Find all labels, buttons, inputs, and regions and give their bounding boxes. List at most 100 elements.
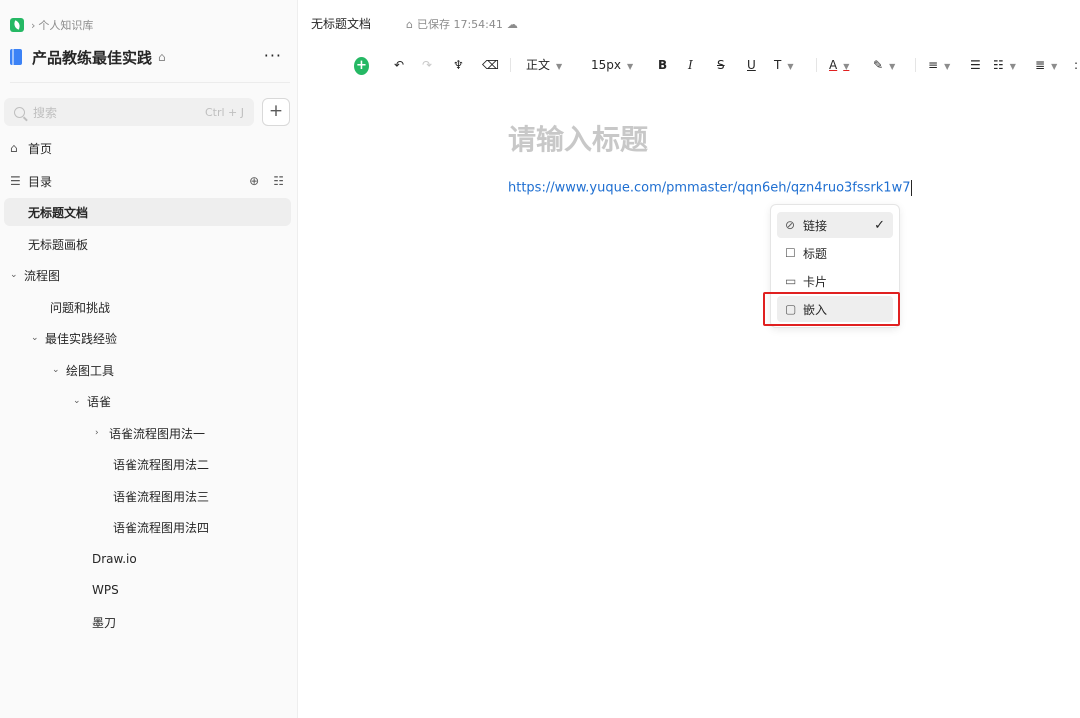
tree-item[interactable]: ⌄ 语雀 bbox=[4, 387, 291, 415]
font-color-dropdown[interactable]: A ▼ bbox=[829, 56, 849, 74]
tree-item[interactable]: ⌄ 流程图 bbox=[4, 261, 291, 289]
font-color-label: A bbox=[829, 58, 838, 72]
search-placeholder: 搜索 bbox=[33, 105, 58, 120]
breadcrumb-label[interactable]: 个人知识库 bbox=[38, 17, 93, 33]
caret-down-icon: ▼ bbox=[889, 62, 896, 71]
tree-item-label: Draw.io bbox=[92, 552, 137, 566]
caret-down-icon: ▼ bbox=[627, 62, 634, 71]
cloud-icon: ☁ bbox=[506, 17, 518, 31]
lock-icon: ⌂ bbox=[406, 17, 413, 31]
save-status: ⌂ 已保存 17:54:41 ☁ bbox=[406, 16, 518, 32]
tree-item[interactable]: 无标题画板 bbox=[4, 230, 291, 258]
link-option-link[interactable]: ⊘ 链接 ✓ bbox=[777, 212, 893, 238]
chevron-down-icon[interactable]: ⌄ bbox=[52, 365, 66, 375]
tree-item-label: 无标题画板 bbox=[28, 237, 89, 252]
nav-toc-label: 目录 bbox=[28, 174, 53, 189]
book-header[interactable]: 产品教练最佳实践 ⌂ ··· bbox=[10, 44, 290, 70]
nav-toc[interactable]: ☰ 目录 ⊕ ☷ bbox=[10, 168, 290, 194]
tree-item[interactable]: ⌄ 最佳实践经验 bbox=[4, 324, 291, 352]
home-icon: ⌂ bbox=[10, 141, 18, 155]
redo-icon[interactable]: ↷ bbox=[422, 56, 432, 74]
tree-item-label: 语雀流程图用法三 bbox=[113, 489, 210, 504]
undo-icon[interactable]: ↶ bbox=[394, 56, 404, 74]
caret-down-icon: ▼ bbox=[1009, 62, 1016, 71]
tree-item[interactable]: 语雀流程图用法四 bbox=[4, 513, 291, 541]
chevron-down-icon[interactable]: ⌄ bbox=[73, 396, 87, 406]
list-toggle-icon[interactable]: ☷ bbox=[273, 174, 284, 188]
font-size-dropdown[interactable]: 15px ▼ bbox=[591, 56, 633, 74]
more-icon[interactable]: ··· bbox=[264, 46, 282, 65]
indent-dropdown[interactable]: ≣ ▼ bbox=[1035, 56, 1057, 74]
doc-tab[interactable]: 无标题文档 bbox=[311, 15, 371, 32]
font-size-label: 15px bbox=[591, 58, 621, 72]
tree-item-label: 绘图工具 bbox=[66, 363, 115, 378]
toolbar-divider bbox=[816, 58, 817, 72]
underline-button[interactable]: U bbox=[747, 56, 756, 74]
search-input[interactable]: 搜索 Ctrl + J bbox=[4, 98, 254, 126]
option-label: 链接 bbox=[803, 218, 828, 233]
tree-item[interactable]: 语雀流程图用法二 bbox=[4, 450, 291, 478]
text-style-dropdown[interactable]: 正文 ▼ bbox=[526, 56, 562, 74]
insert-button[interactable]: + bbox=[354, 57, 369, 75]
chevron-down-icon[interactable]: ⌄ bbox=[10, 270, 24, 280]
text-style-label: 正文 bbox=[526, 58, 551, 72]
link-option-title[interactable]: ☐ 标题 bbox=[777, 240, 893, 266]
link-icon: ⊘ bbox=[785, 218, 796, 232]
tree-item[interactable]: Draw.io bbox=[4, 545, 291, 573]
title-icon: ☐ bbox=[785, 246, 796, 260]
tree-item-label: 语雀 bbox=[87, 394, 112, 409]
doc-link-text[interactable]: https://www.yuque.com/pmmaster/qqn6eh/qz… bbox=[508, 181, 910, 196]
check-icon: ✓ bbox=[874, 217, 885, 233]
bold-button[interactable]: B bbox=[658, 56, 667, 74]
breadcrumb[interactable]: › 个人知识库 bbox=[10, 16, 93, 34]
align-dropdown[interactable]: ≡ ▼ bbox=[928, 56, 950, 74]
bullet-list-icon[interactable]: ☰ bbox=[970, 56, 981, 74]
strikethrough-button[interactable]: S bbox=[717, 56, 725, 74]
nav-home[interactable]: ⌂ 首页 bbox=[10, 135, 290, 161]
toolbar-divider bbox=[510, 58, 511, 72]
tree-item[interactable]: 无标题文档 bbox=[4, 198, 291, 226]
tree-item[interactable]: 语雀流程图用法三 bbox=[4, 482, 291, 510]
format-painter-icon[interactable]: ♆ bbox=[453, 56, 464, 74]
save-status-label: 已保存 17:54:41 bbox=[416, 18, 503, 31]
overflow-icon[interactable]: : bbox=[1074, 56, 1078, 74]
tree-item-label: 语雀流程图用法二 bbox=[113, 457, 210, 472]
tree-item-label: 流程图 bbox=[24, 268, 61, 283]
text-cursor bbox=[911, 180, 913, 196]
tree-item-label: WPS bbox=[92, 583, 119, 597]
caret-down-icon: ▼ bbox=[556, 62, 563, 71]
chevron-down-icon[interactable]: ⌄ bbox=[31, 333, 45, 343]
tree-item[interactable]: ⌄ 绘图工具 bbox=[4, 356, 291, 384]
numbered-list-dropdown[interactable]: ☷ ▼ bbox=[993, 56, 1016, 74]
link-option-card[interactable]: ▭ 卡片 bbox=[777, 268, 893, 294]
tree-item[interactable]: 墨刀 bbox=[4, 608, 291, 636]
toc-icon: ☰ bbox=[10, 174, 21, 188]
italic-button[interactable]: I bbox=[688, 56, 693, 74]
option-label: 标题 bbox=[803, 246, 828, 261]
card-icon: ▭ bbox=[785, 274, 797, 288]
locate-icon[interactable]: ⊕ bbox=[249, 174, 259, 188]
book-title[interactable]: 产品教练最佳实践 bbox=[32, 47, 152, 68]
yuque-logo-icon bbox=[10, 18, 24, 32]
tree-item-label: 墨刀 bbox=[92, 615, 117, 630]
more-format-dropdown[interactable]: T ▼ bbox=[774, 56, 794, 74]
tree-item-label: 问题和挑战 bbox=[50, 300, 111, 315]
highlight-dropdown[interactable]: ✎ ▼ bbox=[873, 56, 895, 74]
doc-link[interactable]: https://www.yuque.com/pmmaster/qqn6eh/qz… bbox=[508, 180, 913, 196]
highlight-annotation-box bbox=[763, 292, 900, 326]
tree-item-label: 语雀流程图用法四 bbox=[113, 520, 210, 535]
caret-down-icon: ▼ bbox=[944, 62, 951, 71]
option-label: 卡片 bbox=[803, 274, 828, 289]
tree-item[interactable]: WPS bbox=[4, 576, 291, 604]
tree-item[interactable]: › 语雀流程图用法一 bbox=[4, 419, 291, 447]
nav-home-label: 首页 bbox=[28, 141, 53, 156]
tree-item[interactable]: 问题和挑战 bbox=[4, 293, 291, 321]
clear-format-icon[interactable]: ⌫ bbox=[482, 56, 499, 74]
title-placeholder[interactable]: 请输入标题 bbox=[508, 118, 648, 158]
add-button[interactable]: + bbox=[262, 98, 290, 126]
tree-item-label: 无标题文档 bbox=[28, 205, 89, 220]
caret-down-icon: ▼ bbox=[1051, 62, 1058, 71]
caret-down-icon: ▼ bbox=[843, 62, 850, 71]
chevron-right-icon[interactable]: › bbox=[95, 428, 109, 438]
chevron-right-icon: › bbox=[31, 18, 36, 32]
